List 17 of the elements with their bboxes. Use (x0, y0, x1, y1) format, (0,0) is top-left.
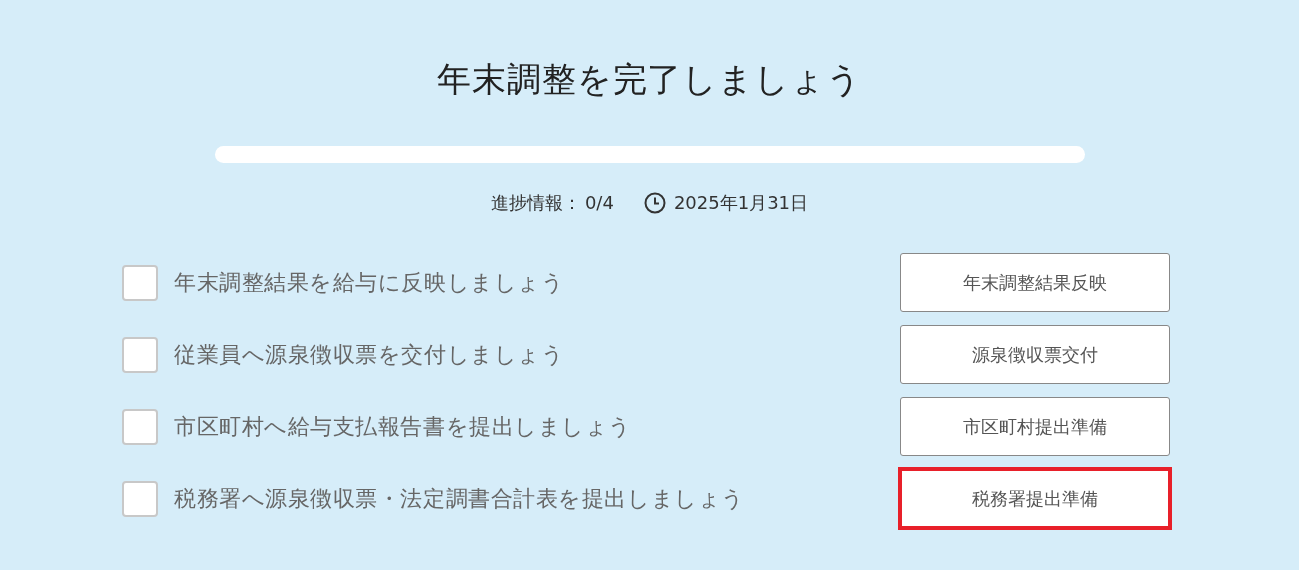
deadline-date: 2025年1月31日 (673, 191, 809, 215)
progress-label: 進捗情報： (490, 191, 581, 215)
checkbox[interactable] (122, 336, 158, 373)
progress-count: 0/4 (584, 191, 614, 215)
checkbox[interactable] (122, 480, 158, 517)
action-button[interactable]: 源泉徴収票交付 (900, 325, 1170, 384)
action-button[interactable]: 市区町村提出準備 (900, 397, 1170, 456)
checkbox[interactable] (122, 264, 158, 301)
clock-icon (643, 191, 666, 214)
task-label: 市区町村へ給与支払報告書を提出しましょう (174, 413, 633, 441)
task-label: 年末調整結果を給与に反映しましょう (174, 269, 566, 297)
task-label: 税務署へ源泉徴収票・法定調書合計表を提出しましょう (174, 485, 746, 513)
task-label: 従業員へ源泉徴収票を交付しましょう (174, 341, 566, 369)
action-button[interactable]: 年末調整結果反映 (900, 253, 1170, 312)
page-title: 年末調整を完了しましょう (437, 58, 862, 101)
checkbox[interactable] (122, 408, 158, 445)
action-button[interactable]: 税務署提出準備 (898, 467, 1172, 530)
